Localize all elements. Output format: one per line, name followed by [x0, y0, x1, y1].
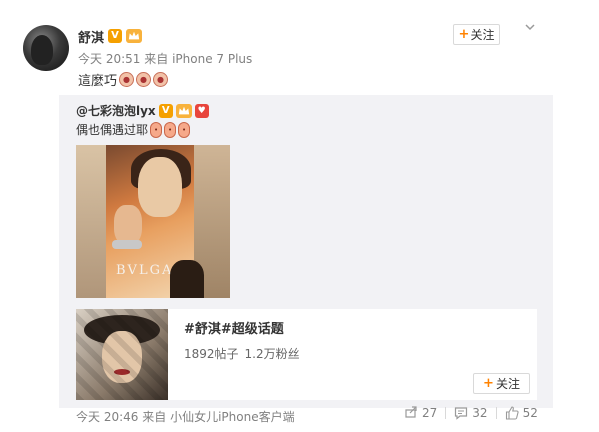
repost-meta: 今天 20:46 来自 小仙女儿iPhone客户端: [76, 408, 295, 425]
avatar-silhouette: [31, 35, 53, 65]
topic-card[interactable]: #舒淇#超级话题 1892帖子 1.2万粉丝 + 关注: [76, 309, 537, 400]
repost-count: 27: [422, 406, 438, 420]
emoji-sausage-icon: •: [150, 121, 163, 138]
action-bar: 27 32 52: [404, 406, 538, 420]
poster-bracelet: [112, 240, 142, 249]
crown-icon: [178, 106, 189, 114]
post-time[interactable]: 今天 20:51: [78, 52, 140, 66]
repost-time[interactable]: 今天 20:46: [76, 410, 138, 424]
repost-text-body: 偶也偶遇过耶: [76, 123, 149, 137]
comment-icon: [455, 407, 468, 420]
emoji-sausage-icon: •: [178, 121, 191, 138]
post-source: iPhone 7 Plus: [172, 52, 253, 66]
emoji-face-icon: ●: [119, 72, 135, 87]
like-icon: [505, 406, 519, 420]
comment-action[interactable]: 32: [454, 406, 488, 420]
repost-source-prefix: 来自: [142, 410, 167, 424]
emoji-face-icon: ●: [136, 72, 152, 87]
source-prefix: 来自: [144, 52, 169, 66]
follow-button[interactable]: + 关注: [453, 24, 500, 45]
verified-badge-icon: V: [158, 103, 173, 118]
topic-title[interactable]: #舒淇#超级话题: [184, 318, 284, 337]
frame-left: [76, 145, 106, 298]
repost-box: @七彩泡泡lyx V ♥ 偶也偶遇过耶 • • • BVLGARI #舒淇#超级…: [59, 95, 553, 424]
topic-follow-button[interactable]: + 关注: [473, 373, 530, 394]
topic-follow-label: 关注: [495, 377, 520, 391]
photo-figure: [170, 260, 204, 298]
verified-badge-icon: V: [108, 29, 123, 43]
crown-icon: [128, 31, 140, 40]
repost-icon: [405, 406, 417, 418]
repost-action[interactable]: 27: [404, 406, 437, 420]
plus-icon: +: [458, 27, 470, 42]
post-text: 這麼巧 ● ● ●: [78, 70, 169, 89]
avatar[interactable]: [23, 25, 69, 71]
post-text-body: 這麼巧: [78, 74, 118, 89]
emoji-sausage-icon: •: [164, 121, 177, 138]
poster-hand: [114, 205, 142, 245]
topic-stats: 1892帖子 1.2万粉丝: [184, 345, 300, 362]
topic-posts: 1892帖子: [184, 347, 239, 361]
topic-shadow: [76, 309, 168, 400]
repost-text: 偶也偶遇过耶 • • •: [76, 121, 191, 138]
heart-badge-icon: ♥: [194, 103, 209, 118]
comment-count: 32: [472, 406, 488, 420]
chevron-down-icon[interactable]: [523, 20, 537, 34]
repost-header: @七彩泡泡lyx V ♥: [76, 102, 209, 119]
like-count: 52: [522, 406, 538, 420]
poster-face: [138, 157, 182, 217]
divider: [445, 407, 447, 419]
author-name[interactable]: 舒淇: [78, 27, 104, 46]
repost-photo[interactable]: BVLGARI: [76, 145, 230, 298]
repost-user[interactable]: @七彩泡泡lyx: [76, 102, 156, 119]
vip-badge-icon: [175, 103, 192, 118]
vip-badge-icon: [126, 29, 143, 43]
author-row: 舒淇 V: [78, 27, 143, 46]
plus-icon: +: [483, 376, 494, 391]
divider: [495, 407, 497, 419]
topic-image: [76, 309, 168, 400]
weibo-post: 舒淇 V 今天 20:51 来自 iPhone 7 Plus 這麼巧 ● ● ●…: [0, 0, 599, 432]
topic-fans: 1.2万粉丝: [244, 347, 300, 361]
follow-label: 关注: [470, 28, 495, 42]
emoji-face-icon: ●: [153, 72, 169, 87]
repost-source: 小仙女儿iPhone客户端: [170, 410, 295, 424]
post-meta: 今天 20:51 来自 iPhone 7 Plus: [78, 50, 252, 67]
like-action[interactable]: 52: [505, 406, 538, 420]
